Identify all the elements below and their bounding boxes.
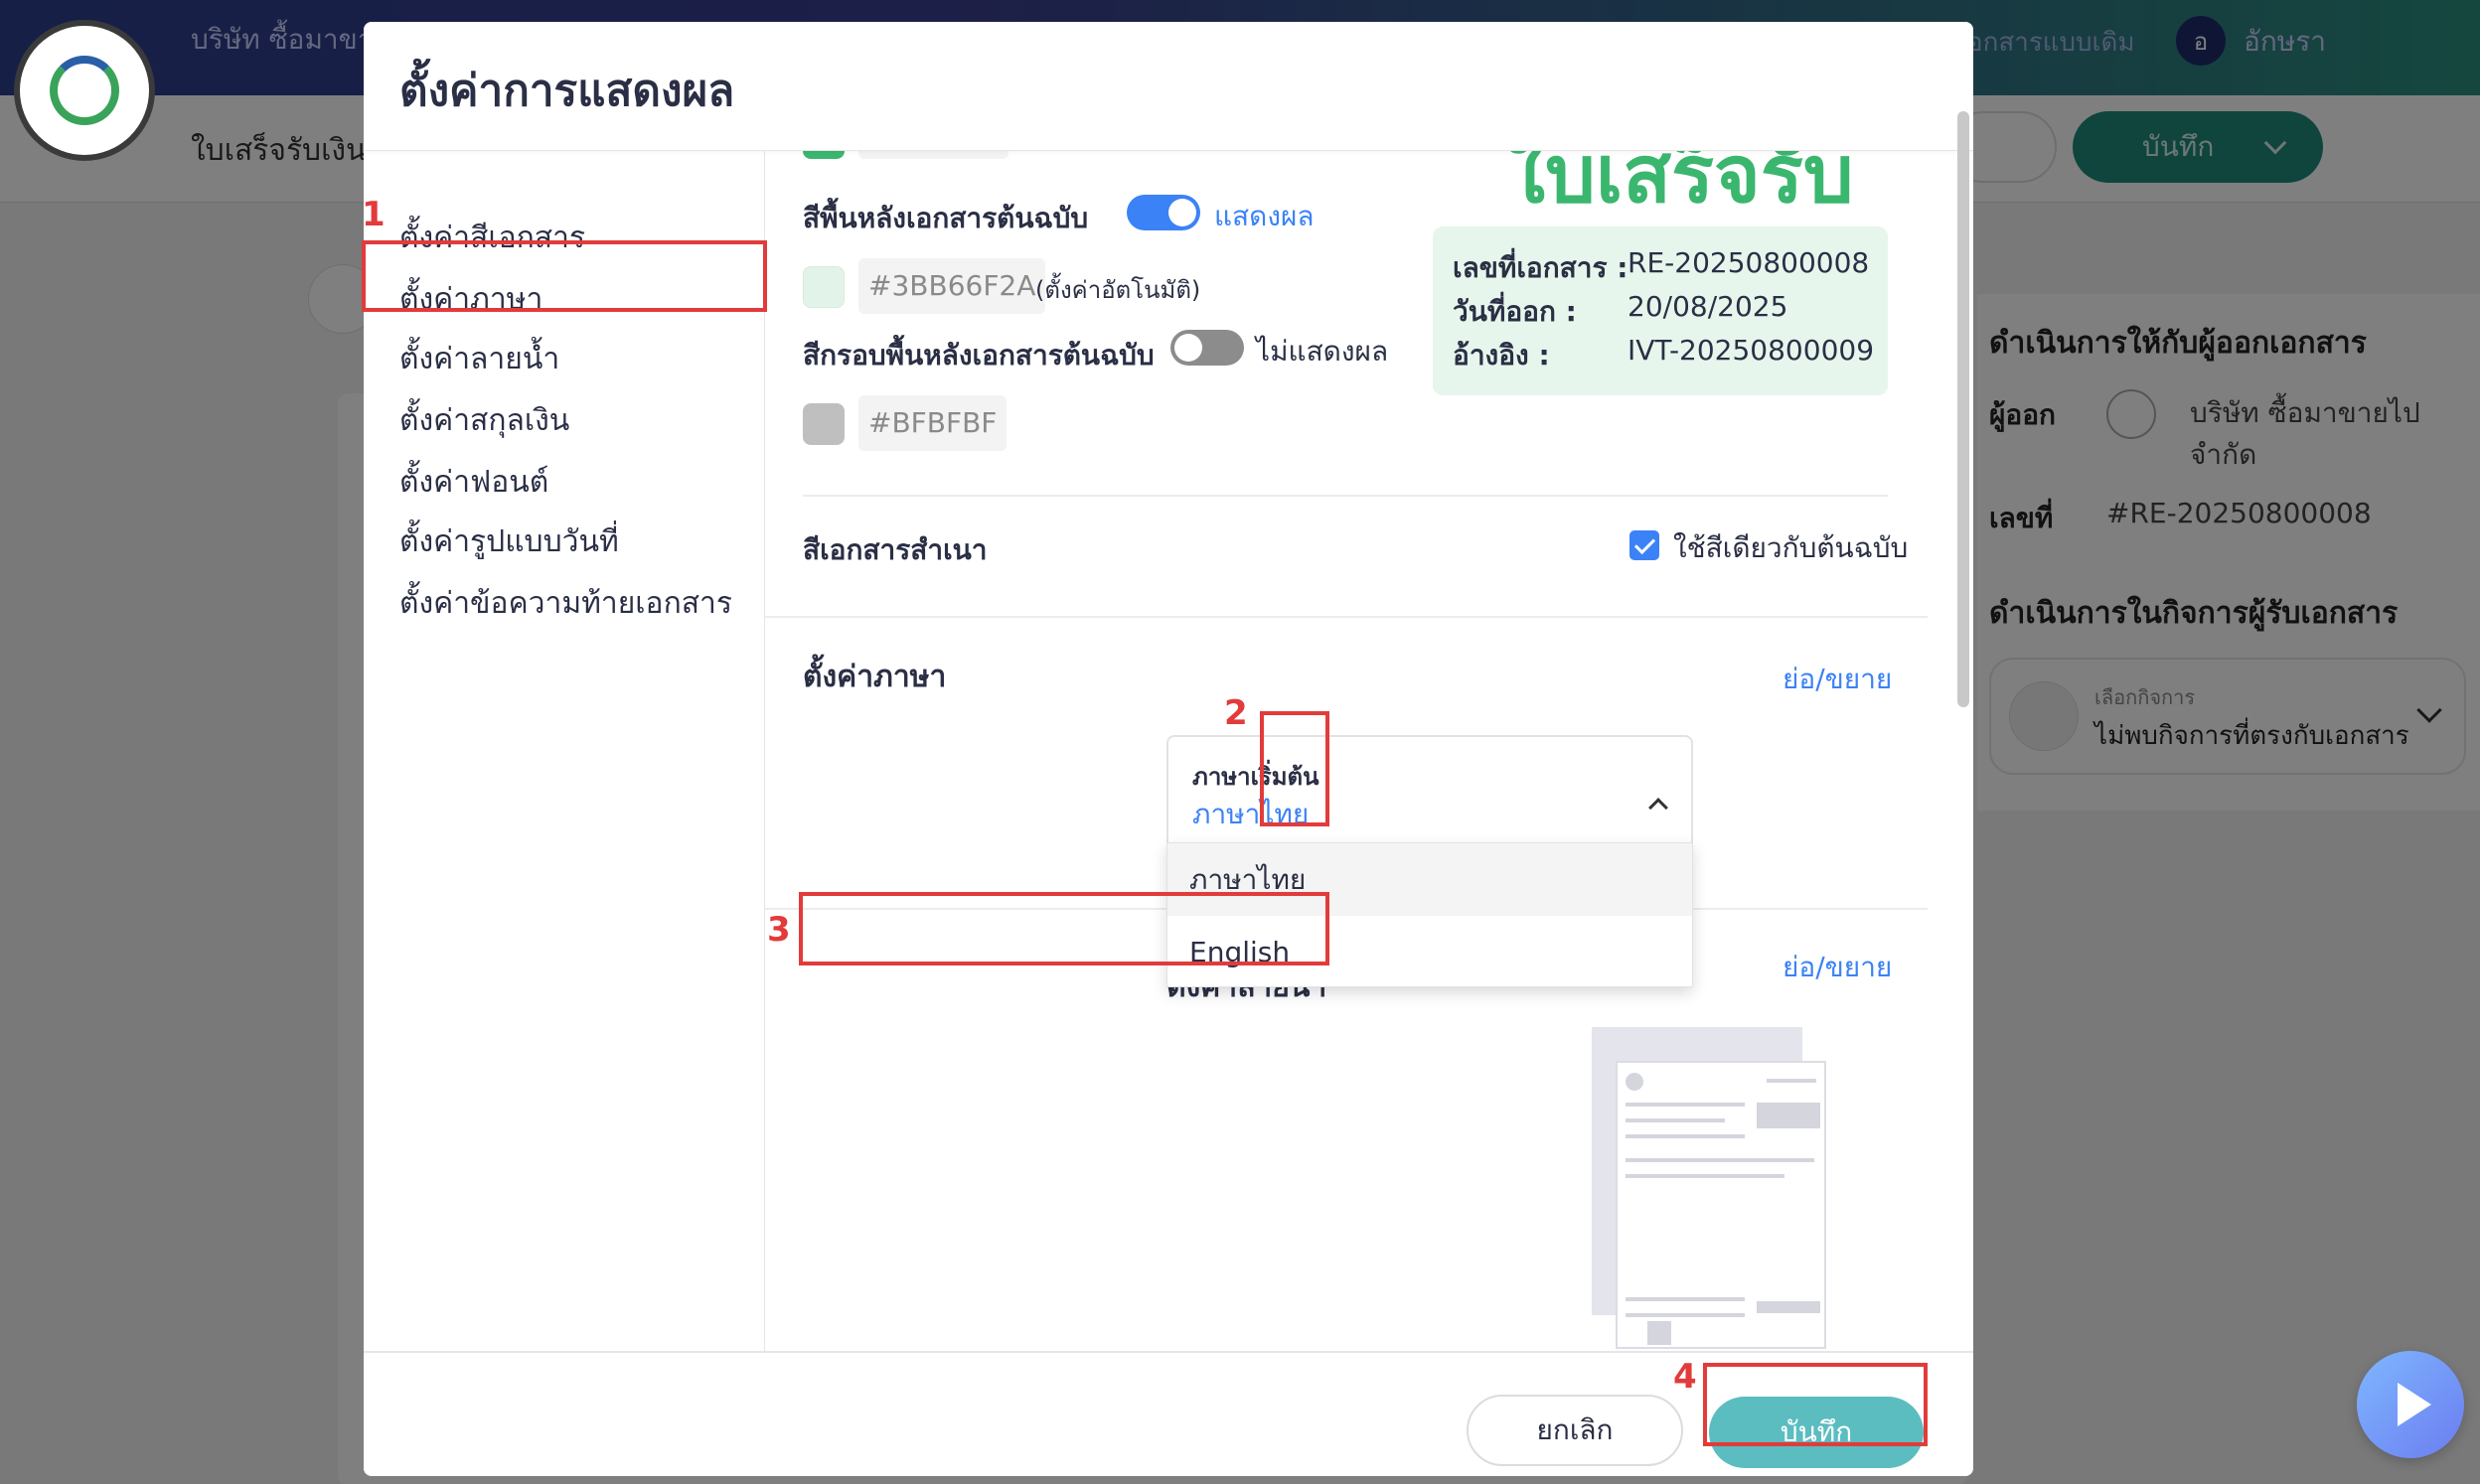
annotation-step-2: 2 bbox=[1224, 693, 1248, 733]
copy-color-label: สีเอกสารสำเนา bbox=[803, 533, 988, 566]
border-color-toggle-text: ไม่แสดงผล bbox=[1256, 335, 1389, 368]
same-color-checkbox[interactable] bbox=[1629, 530, 1659, 560]
watermark-collapse-link[interactable]: ย่อ/ขยาย bbox=[1782, 946, 1892, 989]
annotation-step-1: 1 bbox=[362, 195, 386, 234]
annotation-step-3: 3 bbox=[767, 910, 791, 950]
nav-item-date-format[interactable]: ตั้งค่ารูปแบบวันที่ bbox=[399, 519, 619, 565]
doc-number-label: เลขที่เอกสาร : bbox=[1453, 251, 1628, 284]
bg-color-label: สีพื้นหลังเอกสารต้นฉบับ bbox=[803, 202, 1089, 234]
annotation-box-save-button bbox=[1703, 1363, 1928, 1446]
modal-header: ตั้งค่าการแสดงผล bbox=[364, 22, 1973, 151]
border-color-swatch[interactable] bbox=[803, 403, 845, 445]
border-color-toggle[interactable] bbox=[1170, 330, 1244, 366]
doc-number-value: RE-20250800008 bbox=[1628, 246, 1870, 279]
settings-nav: ตั้งค่าสีเอกสาร ตั้งค่าภาษา ตั้งค่าลายน้… bbox=[364, 151, 765, 1351]
annotation-box-english-option bbox=[799, 892, 1329, 965]
bg-color-toggle-text: แสดงผล bbox=[1214, 200, 1315, 232]
nav-item-watermark[interactable]: ตั้งค่าลายน้ำ bbox=[399, 336, 559, 382]
reference-value: IVT-20250800009 bbox=[1628, 334, 1875, 367]
border-color-hex[interactable]: #BFBFBF bbox=[858, 395, 1008, 451]
bg-color-hex[interactable]: #3BB66F2A bbox=[858, 258, 1046, 314]
modal-scrollbar[interactable] bbox=[1957, 111, 1969, 707]
nav-item-font[interactable]: ตั้งค่าฟอนต์ bbox=[399, 459, 548, 506]
same-color-label: ใช้สีเดียวกับต้นฉบับ bbox=[1673, 531, 1909, 564]
annotation-box-language-nav bbox=[362, 240, 767, 312]
annotation-step-4: 4 bbox=[1673, 1357, 1697, 1397]
issue-date-label: วันที่ออก : bbox=[1453, 295, 1577, 328]
divider bbox=[765, 616, 1928, 618]
language-section-title: ตั้งค่าภาษา bbox=[803, 660, 947, 694]
watermark-preview-page bbox=[1616, 1061, 1826, 1349]
bg-color-swatch[interactable] bbox=[803, 266, 845, 308]
nav-item-currency[interactable]: ตั้งค่าสกุลเงิน bbox=[399, 397, 569, 444]
annotation-box-dropdown-caret bbox=[1260, 711, 1329, 826]
issue-date-value: 20/08/2025 bbox=[1628, 290, 1788, 323]
divider bbox=[803, 495, 1888, 497]
nav-item-footer-text[interactable]: ตั้งค่าข้อความท้ายเอกสาร bbox=[399, 580, 732, 627]
language-collapse-link[interactable]: ย่อ/ขยาย bbox=[1782, 658, 1892, 701]
play-help-button[interactable] bbox=[2357, 1351, 2464, 1458]
preview-doc-info: เลขที่เอกสาร : RE-20250800008 วันที่ออก … bbox=[1433, 226, 1888, 395]
cancel-button[interactable]: ยกเลิก bbox=[1467, 1395, 1683, 1466]
company-logo bbox=[14, 20, 155, 161]
close-icon[interactable] bbox=[1641, 18, 1697, 74]
bg-auto-note: (ตั้งค่าอัตโนมัติ) bbox=[1035, 276, 1201, 304]
border-color-label: สีกรอบพื้นหลังเอกสารต้นฉบับ bbox=[803, 339, 1155, 371]
bg-color-toggle[interactable] bbox=[1127, 195, 1200, 230]
play-icon bbox=[2398, 1383, 2431, 1426]
modal-title: ตั้งค่าการแสดงผล bbox=[399, 66, 735, 116]
reference-label: อ้างอิง : bbox=[1453, 339, 1550, 371]
default-language-select[interactable]: ภาษาเริ่มต้น ภาษาไทย bbox=[1166, 735, 1693, 844]
